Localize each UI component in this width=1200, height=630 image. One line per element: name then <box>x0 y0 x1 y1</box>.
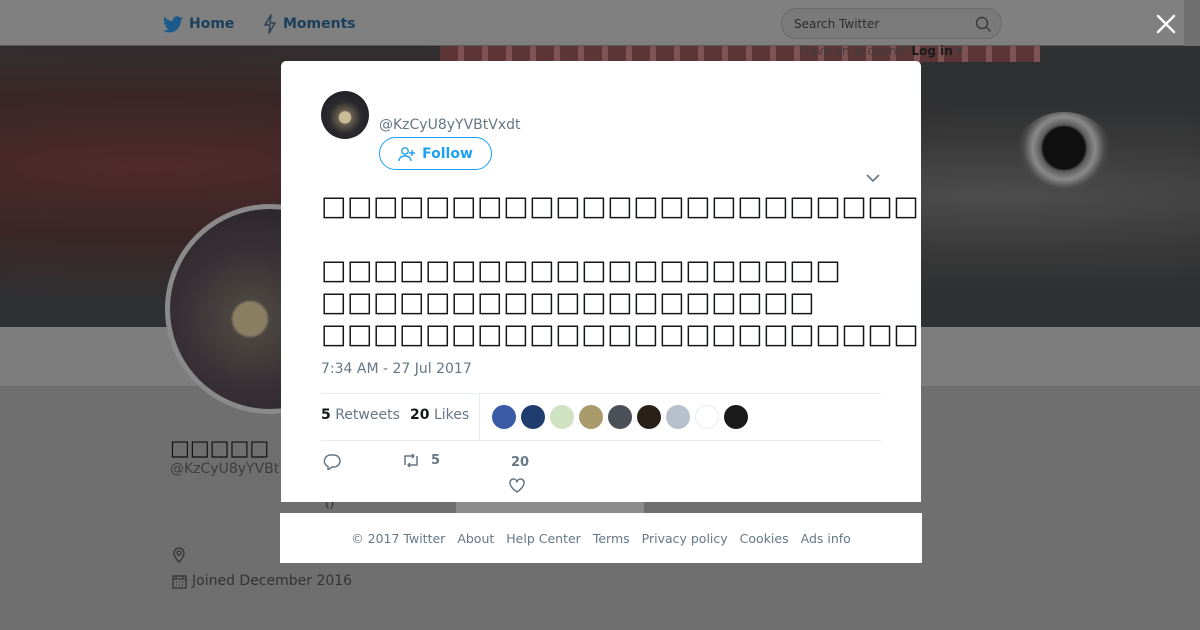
tweet-text: □□□□□□□□□□□□□□□□□□□□□□□ □□□□□□□□□□□□□□□□□… <box>321 191 921 350</box>
reply-icon[interactable] <box>323 453 341 470</box>
login-link[interactable]: Log in <box>911 44 952 58</box>
banner-detail <box>1016 112 1112 192</box>
nav-moments-label: Moments <box>283 16 356 32</box>
liker-avatar[interactable] <box>492 405 516 429</box>
profile-joined: Joined December 2016 <box>172 573 352 589</box>
heart-icon[interactable] <box>509 478 525 493</box>
stats-divider <box>479 394 480 441</box>
close-icon[interactable] <box>1155 13 1177 35</box>
tweet-modal: @KzCyU8yYVBtVxdt Follow □□□□□□□□□□□□□□□□… <box>281 61 921 502</box>
lightning-icon <box>264 14 276 34</box>
follow-button[interactable]: Follow <box>379 137 492 170</box>
footer: © 2017 Twitter About Help Center Terms P… <box>280 513 922 563</box>
twitter-bird-icon <box>163 15 183 32</box>
author-avatar[interactable] <box>321 91 369 139</box>
footer-link-ads-info[interactable]: Ads info <box>801 531 851 546</box>
profile-name: □□□□□ <box>170 436 270 460</box>
retweets-label: Retweets <box>335 407 400 423</box>
calendar-icon <box>172 574 187 589</box>
nav-moments[interactable]: Moments <box>263 13 356 35</box>
footer-link-help-center[interactable]: Help Center <box>506 531 581 546</box>
search-box <box>781 8 1002 39</box>
retweet-button[interactable]: 5 <box>401 453 440 468</box>
liker-avatar[interactable] <box>666 405 690 429</box>
footer-link-privacy[interactable]: Privacy policy <box>642 531 728 546</box>
caret-down-icon: ▾ <box>956 44 963 58</box>
likes-stat[interactable]: 20 Likes <box>410 407 469 423</box>
follow-label: Follow <box>422 145 473 162</box>
author-handle[interactable]: @KzCyU8yYVBtVxdt <box>379 117 521 133</box>
likes-count: 20 <box>410 407 430 423</box>
liker-avatar[interactable] <box>695 405 719 429</box>
login-prompt-text: Have an account? <box>800 44 908 58</box>
chevron-down-icon[interactable] <box>865 173 881 183</box>
liker-avatar[interactable] <box>637 405 661 429</box>
likes-label: Likes <box>433 407 470 423</box>
nav-home[interactable]: Home <box>163 13 234 35</box>
search-icon[interactable] <box>975 16 991 32</box>
retweets-count: 5 <box>321 407 331 423</box>
nav-home-label: Home <box>189 16 235 32</box>
footer-copyright: © 2017 Twitter <box>351 530 446 546</box>
retweet-count: 5 <box>431 453 441 468</box>
liker-avatar[interactable] <box>521 405 545 429</box>
retweets-stat[interactable]: 5 Retweets <box>321 407 400 423</box>
footer-link-terms[interactable]: Terms <box>593 531 630 546</box>
search-input[interactable] <box>794 9 964 38</box>
top-navigation: Home Moments <box>0 0 1184 46</box>
profile-handle: @KzCyU8yYVBtVxdt <box>170 461 280 477</box>
liker-avatar[interactable] <box>579 405 603 429</box>
joined-label: Joined December 2016 <box>192 573 353 589</box>
liker-avatar[interactable] <box>550 405 574 429</box>
tweet-timestamp[interactable]: 7:34 AM - 27 Jul 2017 <box>321 361 472 377</box>
liker-avatar[interactable] <box>724 405 748 429</box>
login-prompt: Have an account? Log in ▾ <box>800 44 963 58</box>
likers-avatars <box>492 405 748 429</box>
location-icon <box>172 547 186 567</box>
retweet-icon <box>404 453 418 468</box>
footer-link-about[interactable]: About <box>457 531 494 546</box>
add-user-icon <box>398 146 416 161</box>
footer-link-cookies[interactable]: Cookies <box>740 531 789 546</box>
liker-avatar[interactable] <box>608 405 632 429</box>
like-count: 20 <box>511 455 530 470</box>
tweet-stats: 5 Retweets 20 Likes <box>321 393 881 441</box>
